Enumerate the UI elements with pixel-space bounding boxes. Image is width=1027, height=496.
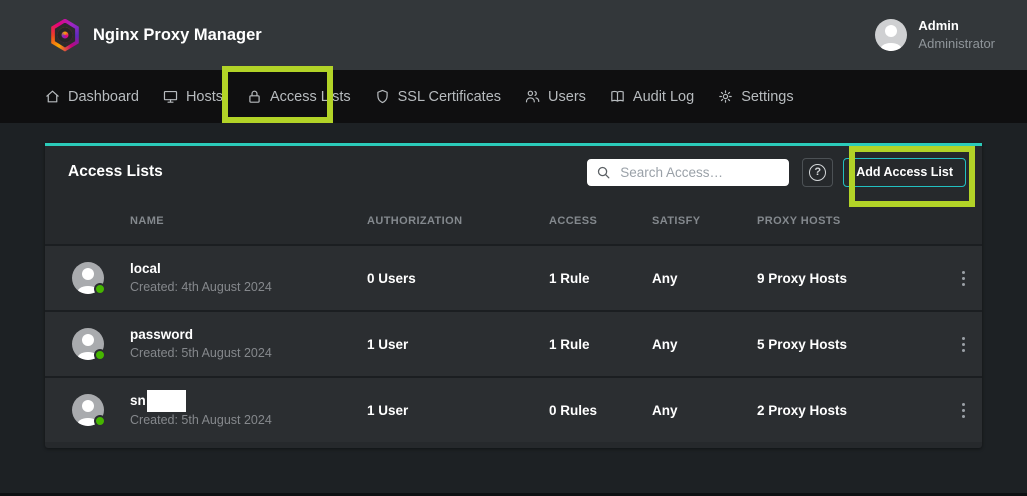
access-list-avatar — [72, 262, 104, 294]
row-avatar-cell — [45, 262, 130, 294]
access-list-avatar — [72, 394, 104, 426]
app-title: Nginx Proxy Manager — [93, 26, 262, 45]
authorization-cell: 1 User — [367, 337, 549, 352]
search-box — [587, 159, 789, 186]
shield-icon — [374, 88, 391, 105]
nav-item-hosts[interactable]: Hosts — [162, 88, 223, 105]
authorization-cell: 0 Users — [367, 271, 549, 286]
column-header-access: ACCESS — [549, 215, 652, 227]
satisfy-cell: Any — [652, 337, 757, 352]
access-cell: 1 Rule — [549, 337, 652, 352]
access-cell: 1 Rule — [549, 271, 652, 286]
nav-item-ssl-certificates[interactable]: SSL Certificates — [374, 88, 501, 105]
authorization-cell: 1 User — [367, 403, 549, 418]
nav-item-dashboard[interactable]: Dashboard — [44, 88, 139, 105]
column-header-proxy-hosts: PROXY HOSTS — [757, 215, 944, 227]
book-icon — [609, 88, 626, 105]
proxy-hosts-cell: 5 Proxy Hosts — [757, 337, 944, 352]
row-avatar-cell — [45, 328, 130, 360]
add-access-list-button[interactable]: Add Access List — [843, 158, 966, 187]
created-date: Created: 4th August 2024 — [130, 279, 367, 297]
status-dot — [94, 415, 106, 427]
name-cell: password Created: 5th August 2024 — [130, 325, 367, 363]
column-header-name: NAME — [130, 215, 367, 227]
nav-item-access-lists[interactable]: Access Lists — [246, 88, 351, 105]
help-button[interactable]: ? — [802, 158, 833, 187]
created-date: Created: 5th August 2024 — [130, 345, 367, 363]
page-content: Access Lists ? Add Access List NAME AUTH… — [0, 123, 1027, 468]
access-list-name: sn — [130, 391, 146, 411]
satisfy-cell: Any — [652, 271, 757, 286]
proxy-hosts-cell: 9 Proxy Hosts — [757, 271, 944, 286]
nav-label: Dashboard — [68, 89, 139, 105]
nav-item-users[interactable]: Users — [524, 88, 586, 105]
lock-icon — [246, 88, 263, 105]
access-list-name: local — [130, 259, 161, 279]
table-row[interactable]: password Created: 5th August 2024 1 User… — [45, 310, 982, 376]
row-avatar-cell — [45, 394, 130, 426]
app-header: Nginx Proxy Manager Admin Administrator — [0, 0, 1027, 70]
user-role: Administrator — [918, 35, 995, 53]
monitor-icon — [162, 88, 179, 105]
user-avatar — [875, 19, 907, 51]
status-dot — [94, 283, 106, 295]
row-menu-kebab-icon[interactable] — [956, 267, 971, 290]
user-name: Admin — [918, 17, 995, 35]
access-lists-panel: Access Lists ? Add Access List NAME AUTH… — [45, 143, 982, 448]
access-list-avatar — [72, 328, 104, 360]
nav-label: Hosts — [186, 89, 223, 105]
question-mark-icon: ? — [809, 164, 826, 181]
user-menu[interactable]: Admin Administrator — [875, 17, 995, 52]
redaction-box — [147, 390, 186, 412]
home-icon — [44, 88, 61, 105]
main-nav: Dashboard Hosts Access Lists SSL Certifi… — [0, 70, 1027, 123]
nav-item-settings[interactable]: Settings — [717, 88, 793, 105]
search-input[interactable] — [620, 165, 780, 180]
nav-label: Access Lists — [270, 89, 351, 105]
panel-title: Access Lists — [68, 163, 163, 181]
nav-label: Settings — [741, 89, 793, 105]
row-menu-kebab-icon[interactable] — [956, 399, 971, 422]
nav-label: Audit Log — [633, 89, 694, 105]
column-header-authorization: AUTHORIZATION — [367, 215, 549, 227]
gear-icon — [717, 88, 734, 105]
table-row[interactable]: local Created: 4th August 2024 0 Users 1… — [45, 244, 982, 310]
access-cell: 0 Rules — [549, 403, 652, 418]
name-cell: local Created: 4th August 2024 — [130, 259, 367, 297]
satisfy-cell: Any — [652, 403, 757, 418]
nav-label: Users — [548, 89, 586, 105]
status-dot — [94, 349, 106, 361]
access-list-name: password — [130, 325, 193, 345]
table-row[interactable]: sn Created: 5th August 2024 1 User 0 Rul… — [45, 376, 982, 442]
proxy-hosts-cell: 2 Proxy Hosts — [757, 403, 944, 418]
search-icon — [596, 165, 611, 180]
table-header-row: NAME AUTHORIZATION ACCESS SATISFY PROXY … — [45, 198, 982, 244]
column-header-satisfy: SATISFY — [652, 215, 757, 227]
npm-logo-icon — [50, 19, 80, 52]
user-info: Admin Administrator — [918, 17, 995, 52]
created-date: Created: 5th August 2024 — [130, 412, 367, 430]
name-cell: sn Created: 5th August 2024 — [130, 390, 367, 430]
panel-header: Access Lists ? Add Access List — [45, 146, 982, 198]
users-icon — [524, 88, 541, 105]
row-menu-kebab-icon[interactable] — [956, 333, 971, 356]
nav-item-audit-log[interactable]: Audit Log — [609, 88, 694, 105]
nav-label: SSL Certificates — [398, 89, 501, 105]
